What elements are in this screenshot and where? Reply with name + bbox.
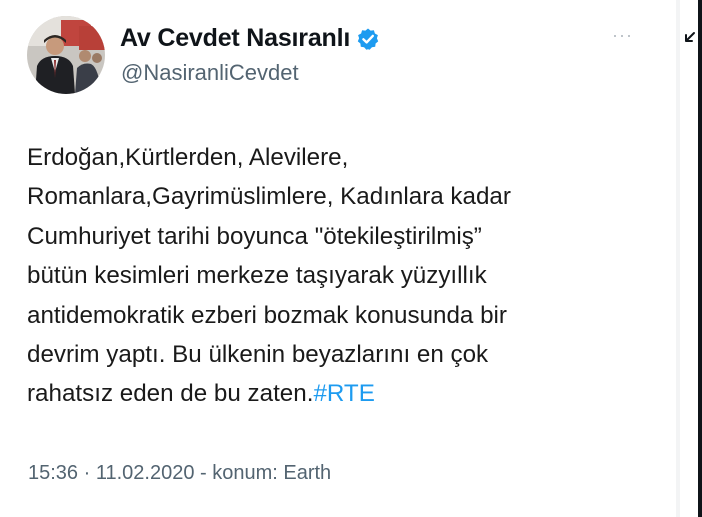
tweet-card: Av Cevdet Nasıranlı @NasiranliCevdet ···…	[0, 0, 676, 517]
tweet-timestamp[interactable]: 15:36 · 11.02.2020 - konum: Earth	[28, 462, 331, 485]
window-edge	[698, 0, 702, 517]
expand-arrow-icon[interactable]	[684, 30, 696, 42]
user-handle[interactable]: @NasiranliCevdet	[121, 60, 299, 86]
avatar[interactable]	[27, 16, 105, 94]
more-options-button[interactable]: ···	[612, 26, 633, 44]
display-name[interactable]: Av Cevdet Nasıranlı	[120, 24, 350, 53]
verified-badge-icon	[356, 27, 380, 51]
avatar-photo	[27, 16, 105, 94]
tweet-text: Erdoğan,Kürtlerden, Alevilere, Romanlara…	[27, 138, 667, 414]
author-row: Av Cevdet Nasıranlı	[120, 24, 380, 53]
hashtag-link[interactable]: #RTE	[313, 380, 374, 407]
tweet-body-text: Erdoğan,Kürtlerden, Alevilere, Romanlara…	[27, 144, 511, 408]
